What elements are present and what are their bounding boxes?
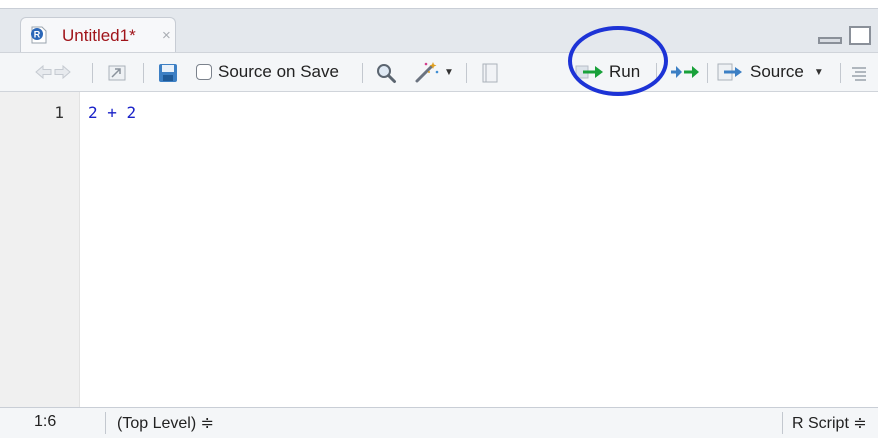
tab-close-icon[interactable]: × <box>162 27 171 44</box>
back-forward-icon[interactable] <box>34 64 72 80</box>
cursor-position: 1:6 <box>34 413 57 430</box>
search-icon[interactable] <box>375 62 397 84</box>
show-in-new-window-icon[interactable] <box>106 63 128 83</box>
code-tools-menu[interactable]: ▼ <box>414 53 454 91</box>
source-icon <box>717 63 742 81</box>
source-pane: R Untitled1* × Source on Save ▼ Run Sour… <box>0 8 878 438</box>
svg-text:R: R <box>34 30 41 40</box>
document-outline-icon[interactable] <box>850 65 868 81</box>
minimize-pane-button[interactable] <box>818 37 842 44</box>
compile-report-icon[interactable] <box>480 62 500 84</box>
code-editor[interactable]: 1 2 + 2 <box>0 92 878 407</box>
magic-wand-icon <box>415 62 439 83</box>
source-on-save-toggle[interactable]: Source on Save <box>196 53 339 91</box>
line-gutter: 1 <box>0 92 80 407</box>
chevron-down-icon: ▼ <box>444 66 454 78</box>
source-label: Source <box>750 62 804 81</box>
code-line[interactable]: 2 + 2 <box>88 103 136 122</box>
annotation-circle <box>568 26 668 96</box>
r-file-icon: R <box>31 26 47 44</box>
save-icon[interactable] <box>157 62 179 84</box>
maximize-pane-button[interactable] <box>849 26 871 45</box>
tab-title: Untitled1* <box>62 26 136 45</box>
line-number: 1 <box>54 103 64 122</box>
tab-strip: R Untitled1* × <box>0 9 878 52</box>
editor-toolbar: Source on Save ▼ Run Source ▼ <box>0 52 878 92</box>
source-button[interactable]: Source ▼ <box>716 53 824 91</box>
scope-selector[interactable]: (Top Level) ≑ <box>117 413 214 433</box>
rerun-icon[interactable] <box>669 64 703 80</box>
source-on-save-checkbox[interactable] <box>196 64 212 80</box>
file-type-selector[interactable]: R Script ≑ <box>792 413 867 433</box>
tab-untitled1[interactable]: R Untitled1* × <box>20 17 176 52</box>
chevron-down-icon[interactable]: ▼ <box>814 67 824 78</box>
source-on-save-label: Source on Save <box>218 62 339 81</box>
status-bar: 1:6 (Top Level) ≑ R Script ≑ <box>0 407 878 438</box>
